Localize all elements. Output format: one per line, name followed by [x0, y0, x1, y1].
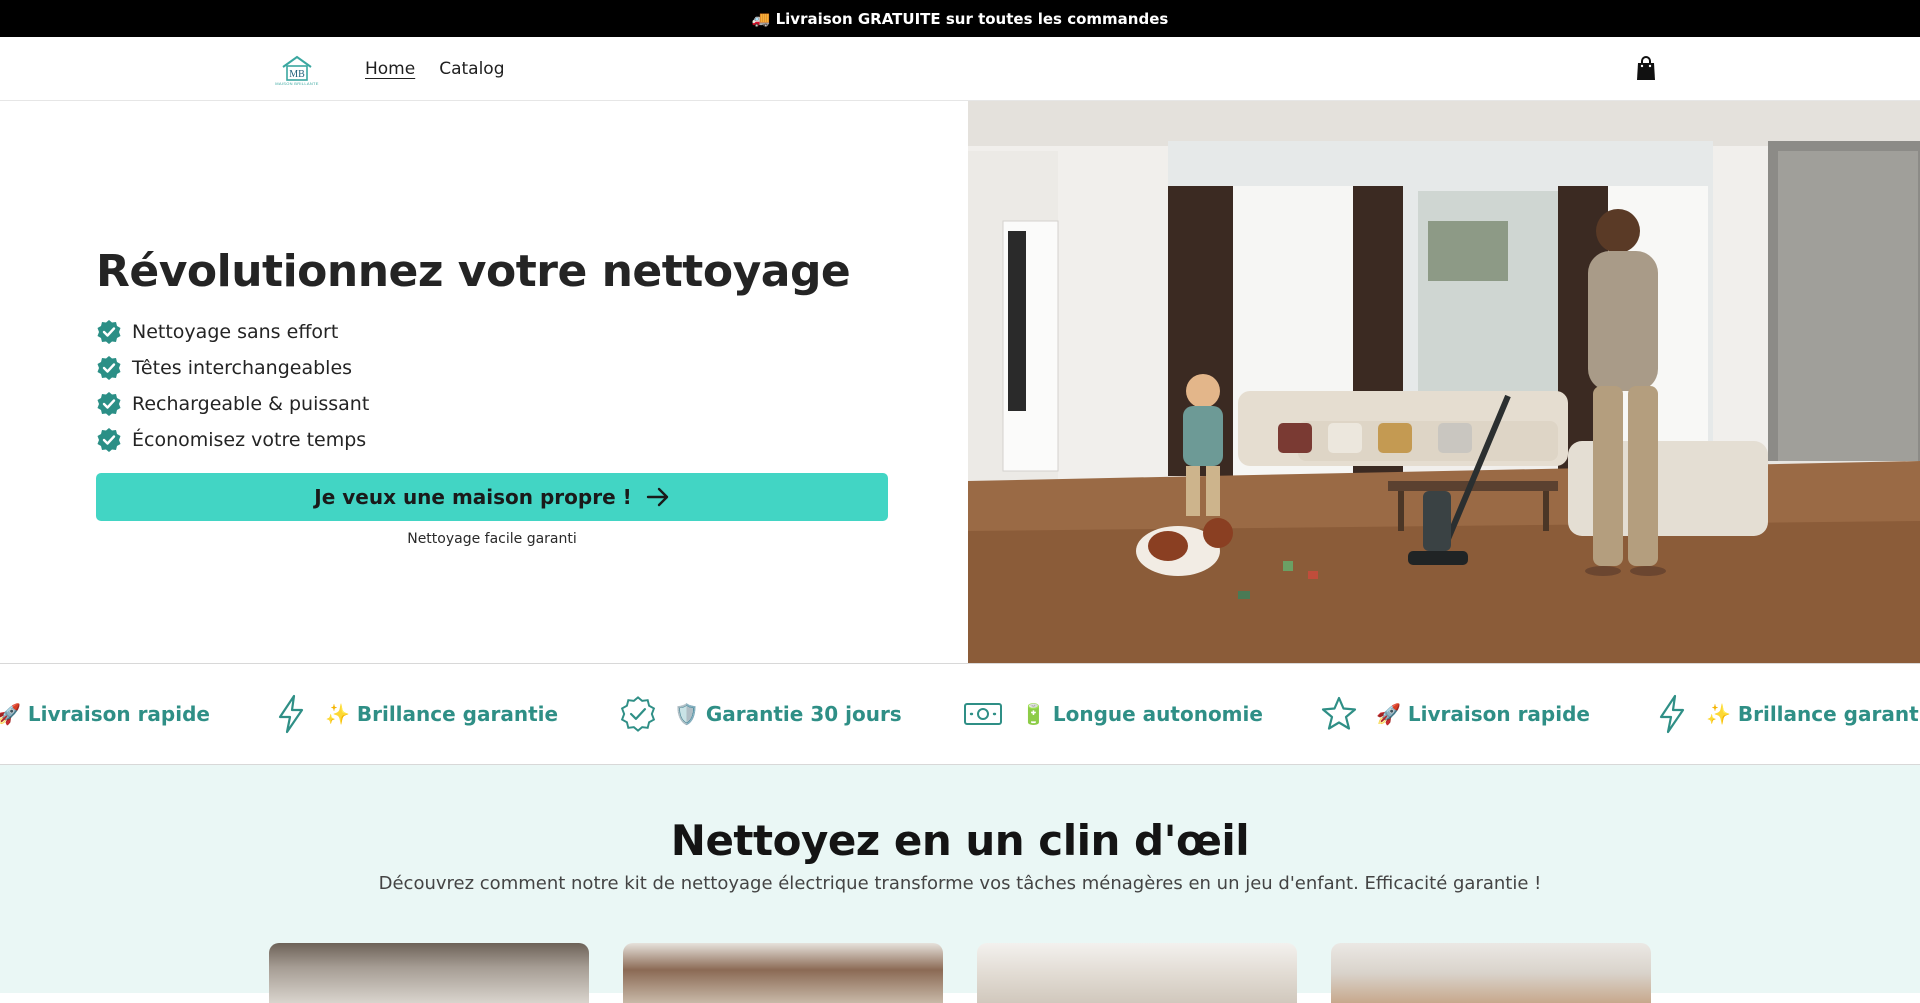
nav-item-home[interactable]: Home — [365, 59, 415, 79]
marquee-label: ✨ Brillance garantie — [1706, 702, 1920, 726]
feature-item: Rechargeable & puissant — [96, 386, 369, 422]
cart-button[interactable] — [1633, 55, 1659, 83]
lightning-icon — [1659, 694, 1685, 734]
hero-title: Révolutionnez votre nettoyage — [96, 246, 851, 297]
marquee-item: 🔋 Longue autonomie — [963, 664, 1263, 764]
nav-item-catalog[interactable]: Catalog — [439, 59, 504, 79]
marquee-label: 🚀 Livraison rapide — [0, 702, 210, 726]
announcement-text: 🚚 Livraison GRATUITE sur toutes les comm… — [751, 9, 1169, 28]
cta-button[interactable]: Je veux une maison propre ! — [96, 473, 888, 521]
video-card[interactable] — [269, 943, 589, 1003]
logo[interactable]: MB MAISON BRILLANTE — [258, 51, 336, 89]
marquee-item: 🛡️ Garantie 30 jours — [620, 664, 902, 764]
video-card[interactable] — [623, 943, 943, 1003]
cta-label: Je veux une maison propre ! — [314, 485, 632, 509]
feature-item: Économisez votre temps — [96, 422, 369, 458]
hero-image — [968, 101, 1920, 663]
video-card[interactable] — [1331, 943, 1651, 1003]
badge-check-icon — [97, 392, 121, 416]
main-nav: Home Catalog — [365, 59, 505, 79]
badge-check-icon — [97, 356, 121, 380]
hero-content: Révolutionnez votre nettoyage Nettoyage … — [0, 101, 968, 663]
banknote-icon — [964, 703, 1002, 725]
marquee-label: 🚀 Livraison rapide — [1376, 702, 1590, 726]
feature-label: Rechargeable & puissant — [132, 393, 370, 415]
logo-subtext: MAISON BRILLANTE — [275, 80, 319, 86]
marquee-item: ✨ Brillance garantie — [275, 664, 558, 764]
section-title: Nettoyez en un clin d'œil — [670, 816, 1250, 865]
arrow-right-icon — [646, 487, 668, 507]
cta-subtext: Nettoyage facile garanti — [407, 531, 577, 547]
feature-label: Nettoyage sans effort — [132, 321, 339, 343]
marquee-label: ✨ Brillance garantie — [325, 702, 559, 726]
marquee-item: 🚀 Livraison rapide — [1320, 664, 1590, 764]
feature-label: Économisez votre temps — [132, 429, 367, 451]
section-description: Découvrez comment notre kit de nettoyage… — [378, 873, 1542, 894]
shopping-bag-icon — [1637, 56, 1655, 80]
announcement-bar: 🚚 Livraison GRATUITE sur toutes les comm… — [0, 0, 1920, 37]
feature-item: Têtes interchangeables — [96, 350, 369, 386]
star-icon — [1321, 696, 1357, 730]
living-room-illustration — [968, 101, 1920, 663]
house-logo-icon: MB — [282, 55, 312, 81]
badge-check-icon — [620, 696, 656, 732]
feature-label: Têtes interchangeables — [132, 357, 353, 379]
site-header: MB MAISON BRILLANTE Home Catalog — [0, 37, 1920, 101]
benefits-marquee: 🚀 Livraison rapide ✨ Brillance garantie … — [0, 663, 1920, 765]
marquee-label: 🛡️ Garantie 30 jours — [674, 702, 902, 726]
marquee-item: ✨ Brillance garantie — [1656, 664, 1920, 764]
how-it-works-section: Nettoyez en un clin d'œil Découvrez comm… — [0, 765, 1920, 1003]
badge-check-icon — [97, 428, 121, 452]
video-card[interactable] — [977, 943, 1297, 1003]
feature-item: Nettoyage sans effort — [96, 314, 369, 350]
feature-list: Nettoyage sans effort Têtes interchangea… — [96, 314, 369, 458]
marquee-label: 🔋 Longue autonomie — [1021, 702, 1263, 726]
logo-text: MB — [289, 69, 305, 80]
lightning-icon — [278, 694, 304, 734]
badge-check-icon — [97, 320, 121, 344]
marquee-item: 🚀 Livraison rapide — [0, 664, 210, 764]
